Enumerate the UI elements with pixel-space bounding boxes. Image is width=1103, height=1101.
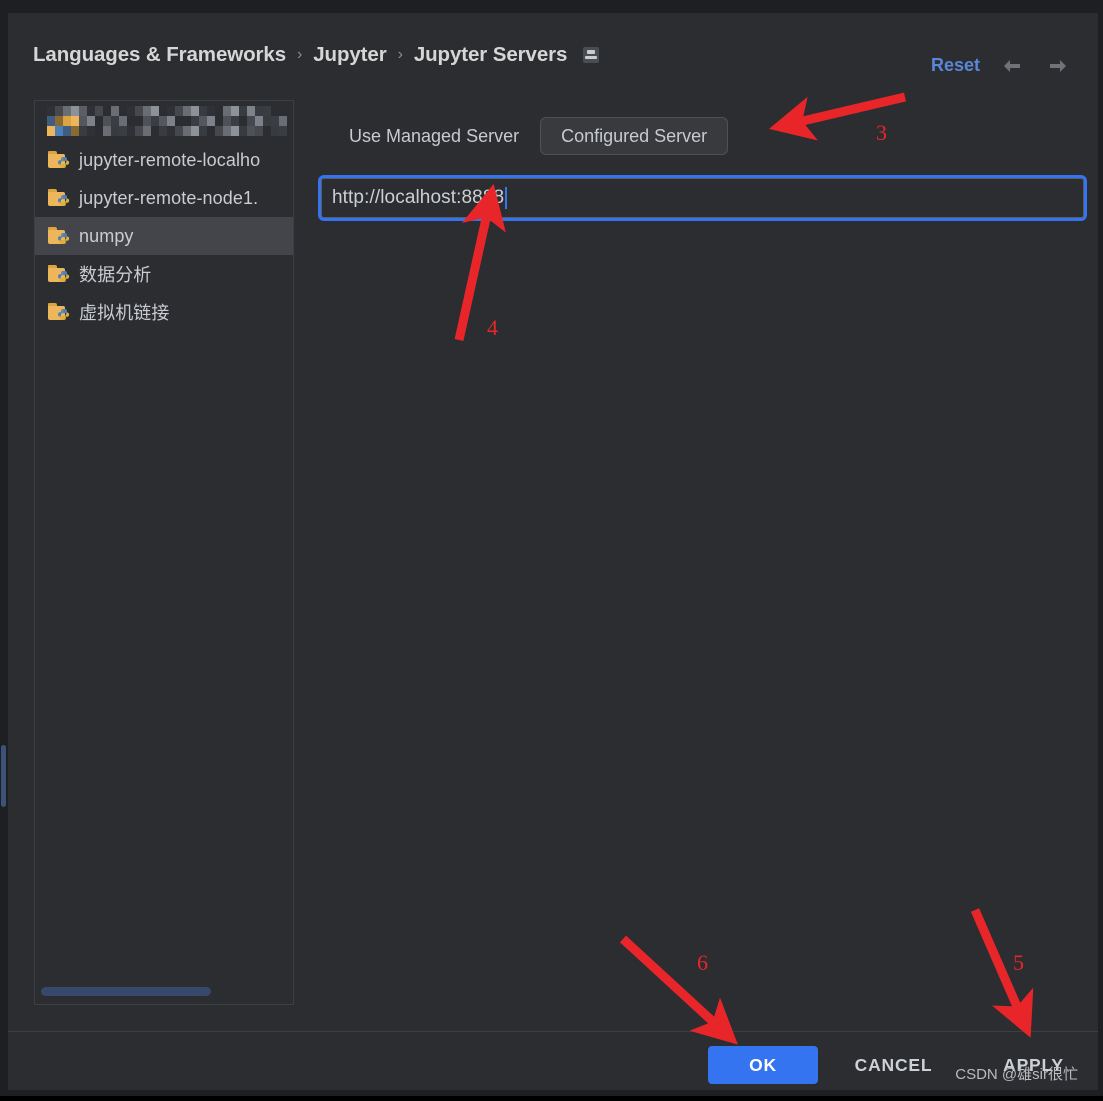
breadcrumb: Languages & Frameworks › Jupyter › Jupyt…: [33, 43, 600, 67]
dialog-header: Languages & Frameworks › Jupyter › Jupyt…: [8, 13, 1098, 88]
redacted-label: [47, 106, 287, 136]
dialog-content: Languages & Frameworks › Jupyter › Jupyt…: [8, 13, 1098, 1090]
list-item[interactable]: jupyter-remote-localho: [35, 141, 293, 179]
folder-python-icon: [48, 227, 70, 245]
list-item-redacted[interactable]: [35, 101, 293, 141]
list-item[interactable]: 虚拟机链接: [35, 293, 293, 331]
python-logo-icon: [57, 194, 70, 207]
window-top-strip: [0, 0, 1103, 13]
breadcrumb-item-languages-frameworks[interactable]: Languages & Frameworks: [33, 43, 286, 67]
sidebar-horizontal-scrollbar[interactable]: [41, 987, 211, 996]
list-item-label: 虚拟机链接: [79, 303, 170, 323]
cancel-button[interactable]: CANCEL: [836, 1046, 951, 1084]
text-caret: [505, 187, 508, 209]
settings-dialog: Languages & Frameworks › Jupyter › Jupyt…: [0, 0, 1103, 1096]
breadcrumb-item-jupyter[interactable]: Jupyter: [313, 43, 386, 67]
list-item-numpy[interactable]: numpy: [35, 217, 293, 255]
arrow-left-icon[interactable]: [1000, 57, 1024, 75]
window-bottom-edge: [0, 1090, 1103, 1096]
arrow-right-icon[interactable]: [1046, 57, 1070, 75]
list-item[interactable]: 数据分析: [35, 255, 293, 293]
breadcrumb-item-jupyter-servers[interactable]: Jupyter Servers: [414, 43, 568, 67]
server-icon: [583, 47, 600, 63]
window-left-edge: [0, 13, 8, 1096]
folder-python-icon: [48, 265, 70, 283]
window-right-edge: [1098, 13, 1103, 1096]
server-mode-toggle-group: Use Managed Server Configured Server: [328, 117, 729, 155]
outer-vertical-scrollbar[interactable]: [1, 745, 6, 807]
python-logo-icon: [57, 308, 70, 321]
folder-python-icon: [48, 303, 70, 321]
python-logo-icon: [57, 270, 70, 283]
reset-link[interactable]: Reset: [931, 55, 980, 76]
configured-server-toggle[interactable]: Configured Server: [540, 117, 729, 155]
list-item-label: 数据分析: [79, 265, 152, 285]
url-input[interactable]: http://localhost:8888: [318, 175, 1087, 221]
url-input-value: http://localhost:8888: [332, 187, 505, 208]
use-managed-server-toggle[interactable]: Use Managed Server: [328, 117, 540, 155]
folder-python-icon: [48, 189, 70, 207]
folder-python-icon: [48, 151, 70, 169]
list-item-label: jupyter-remote-node1.: [79, 187, 259, 208]
list-item-label: jupyter-remote-localho: [79, 149, 261, 170]
watermark: CSDN @雄sir很忙: [955, 1066, 1078, 1083]
breadcrumb-separator: ›: [297, 46, 303, 63]
nav-arrows: [1000, 57, 1070, 75]
python-logo-icon: [57, 232, 70, 245]
breadcrumb-separator: ›: [397, 46, 403, 63]
python-logo-icon: [57, 156, 70, 169]
ok-button[interactable]: OK: [708, 1046, 818, 1084]
dialog-footer: OK CANCEL APPLY CSDN @雄sir很忙: [8, 1032, 1098, 1090]
server-list-sidebar[interactable]: jupyter-remote-localho jupyter-remote-no…: [34, 100, 294, 1005]
list-item-label: numpy: [79, 225, 134, 246]
list-item[interactable]: jupyter-remote-node1.: [35, 179, 293, 217]
